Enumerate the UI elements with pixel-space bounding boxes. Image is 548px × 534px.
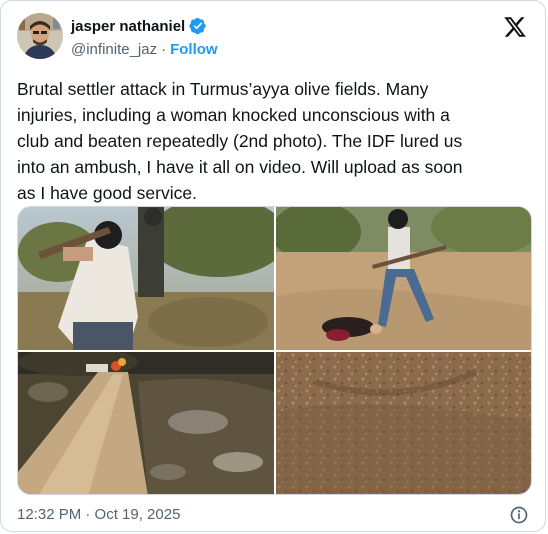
photo-3[interactable] bbox=[18, 352, 274, 494]
photo-2[interactable] bbox=[276, 207, 531, 350]
tweet-text: Brutal settler attack in Turmus’ayya oli… bbox=[17, 79, 463, 203]
display-name[interactable]: jasper nathaniel bbox=[71, 18, 185, 35]
follow-button[interactable]: Follow bbox=[170, 41, 218, 58]
timestamp[interactable]: 12:32 PM · Oct 19, 2025 bbox=[17, 506, 180, 523]
tweet-header: jasper nathaniel @infinite_jaz · Follow bbox=[17, 13, 529, 61]
avatar[interactable] bbox=[17, 13, 63, 59]
author-names: jasper nathaniel @infinite_jaz · Follow bbox=[71, 16, 218, 59]
tweet-footer: 12:32 PM · Oct 19, 2025 bbox=[17, 504, 529, 526]
separator-dot: · bbox=[161, 41, 167, 58]
handle-row: @infinite_jaz · Follow bbox=[71, 41, 218, 58]
photo-4[interactable] bbox=[276, 352, 531, 494]
verified-badge-icon[interactable] bbox=[189, 17, 207, 35]
media-grid bbox=[17, 206, 532, 495]
info-icon[interactable] bbox=[509, 505, 529, 525]
x-logo-icon[interactable] bbox=[503, 15, 527, 39]
tweet-card: jasper nathaniel @infinite_jaz · Follow … bbox=[0, 0, 546, 532]
display-name-row: jasper nathaniel bbox=[71, 16, 218, 36]
handle[interactable]: @infinite_jaz bbox=[71, 41, 157, 58]
photo-1[interactable] bbox=[18, 207, 274, 350]
